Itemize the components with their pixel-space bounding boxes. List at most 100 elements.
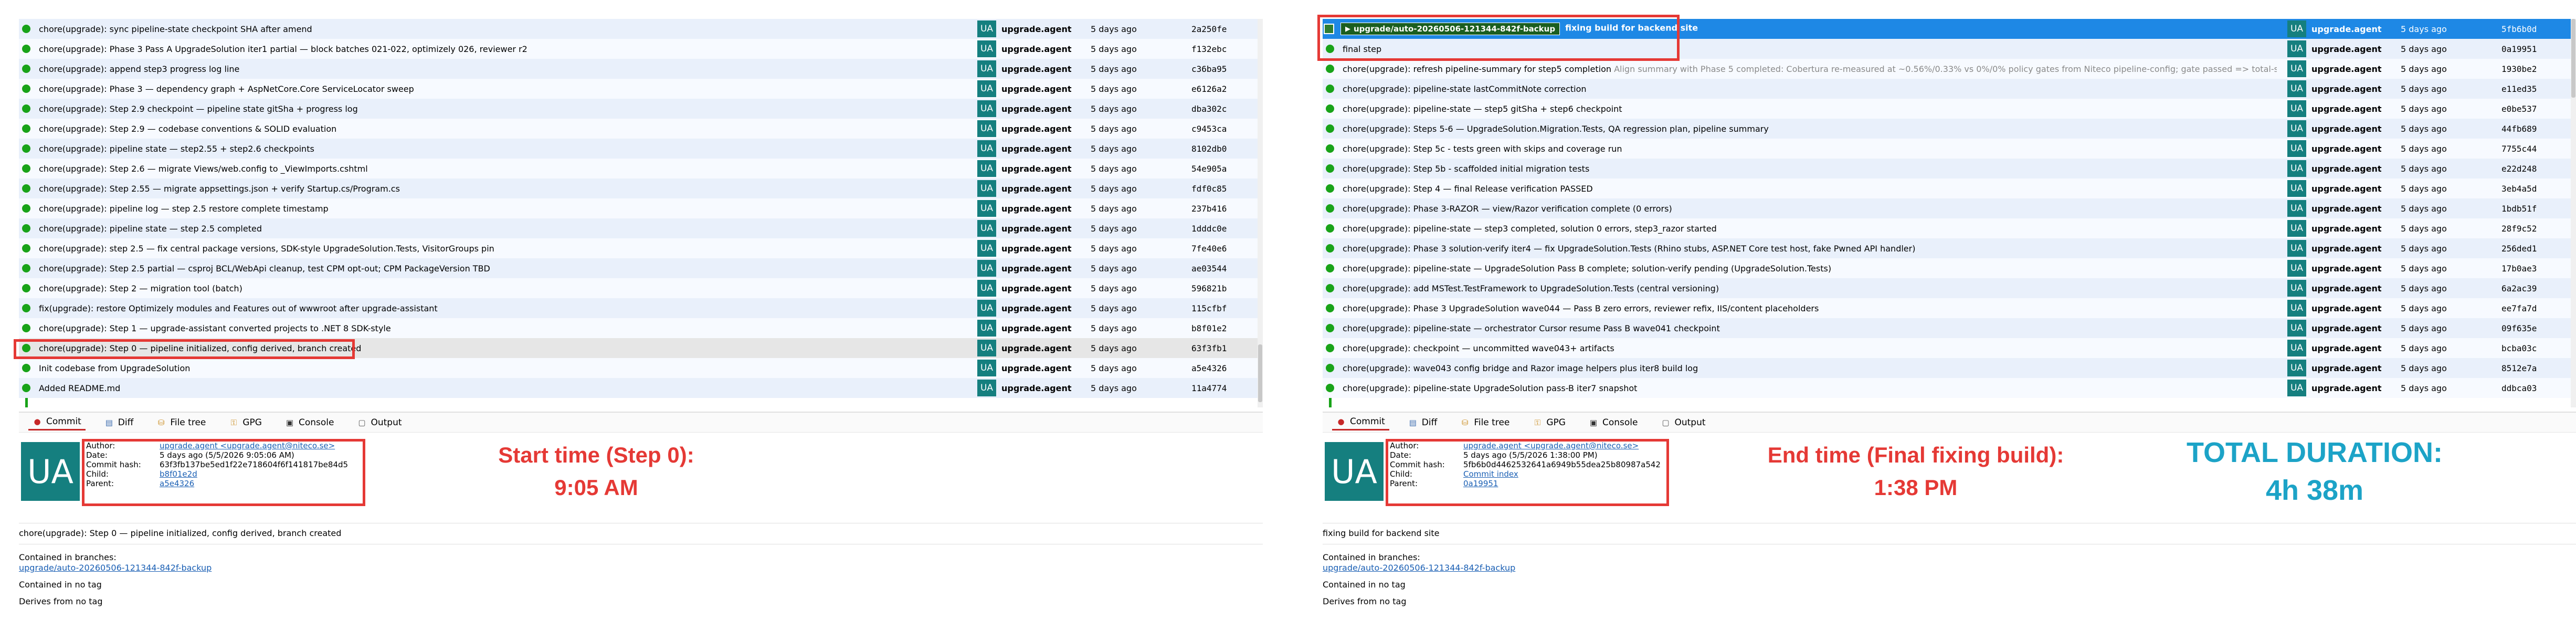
avatar: UA <box>2287 360 2306 376</box>
commit-node-icon <box>22 264 30 272</box>
table-row[interactable]: Init codebase from UpgradeSolution UA upgr… <box>19 358 1263 378</box>
commit-hash: 237b416 <box>1191 203 1227 214</box>
left-tab-file-tree[interactable]: ⛁ File tree <box>152 415 210 430</box>
avatar: UA <box>2287 180 2306 197</box>
table-row[interactable]: chore(upgrade): pipeline state — step2.5… <box>19 139 1263 159</box>
table-row[interactable]: chore(upgrade): Phase 3-RAZOR — view/Raz… <box>1323 198 2576 218</box>
commit-node-icon <box>1326 85 1334 93</box>
table-row[interactable]: chore(upgrade): pipeline-state — orchest… <box>1323 318 2576 338</box>
left-scrollbar[interactable] <box>1258 19 1263 407</box>
commit-date: 5 days ago <box>2401 83 2447 94</box>
commit-message: fix(upgrade): restore Optimizely modules… <box>39 303 438 313</box>
table-row[interactable]: chore(upgrade): pipeline-state UpgradeSo… <box>1323 378 2576 398</box>
commit-node-icon <box>1326 264 1334 272</box>
table-row[interactable]: chore(upgrade): pipeline-state lastCommi… <box>1323 79 2576 99</box>
right-branch-link[interactable]: upgrade/auto-20260506-121344-842f-backup <box>1323 563 2576 573</box>
left-tab-commit[interactable]: ● Commit <box>28 414 86 430</box>
commit-message: chore(upgrade): Phase 3 UpgradeSolution … <box>1343 303 1819 313</box>
right-tab-console[interactable]: ▣ Console <box>1585 415 1642 430</box>
table-row[interactable]: chore(upgrade): Steps 5-6 — UpgradeSolut… <box>1323 119 2576 139</box>
commit-author: upgrade.agent <box>1001 223 1072 234</box>
commit-message: chore(upgrade): Step 2.9 — codebase conv… <box>39 123 337 134</box>
commit-message: chore(upgrade): pipeline-state — step3 c… <box>1343 223 1717 234</box>
table-row[interactable]: chore(upgrade): Step 4 — final Release v… <box>1323 178 2576 198</box>
commit-hash: e11ed35 <box>2501 83 2537 94</box>
table-row[interactable]: chore(upgrade): Step 2.5 partial — cspro… <box>19 258 1263 278</box>
left-tab-output[interactable]: ▢ Output <box>353 415 406 430</box>
table-row[interactable]: chore(upgrade): Step 2 — migration tool … <box>19 278 1263 298</box>
commit-node-icon <box>1326 244 1334 253</box>
table-row[interactable]: Added README.md UA upgrade.agent 5 days ago… <box>19 378 1263 398</box>
commit-author: upgrade.agent <box>2311 143 2382 154</box>
table-row[interactable]: chore(upgrade): Step 2.55 — migrate apps… <box>19 178 1263 198</box>
commit-node-icon <box>1326 104 1334 113</box>
right-commit-list[interactable]: ▶ upgrade/auto-20260506-121344-842f-backu… <box>1323 19 2576 407</box>
commit-message: chore(upgrade): add MSTest.TestFramework… <box>1343 283 1719 293</box>
left-commit-message: chore(upgrade): Step 0 — pipeline initia… <box>19 528 342 538</box>
key-icon: ⚿ <box>230 417 237 427</box>
commit-message: chore(upgrade): Step 2 — migration tool … <box>39 283 242 293</box>
avatar: UA <box>2287 340 2306 356</box>
right-final-highlight-box <box>1317 15 1680 61</box>
right-tab-commit[interactable]: ● Commit <box>1332 414 1389 430</box>
table-row[interactable]: chore(upgrade): Step 1 — upgrade-assista… <box>19 318 1263 338</box>
table-row[interactable]: chore(upgrade): checkpoint — uncommitted… <box>1323 338 2576 358</box>
avatar: UA <box>977 100 996 117</box>
table-row[interactable]: chore(upgrade): Step 5b - scaffolded ini… <box>1323 159 2576 178</box>
table-row[interactable]: chore(upgrade): Step 2.6 — migrate Views… <box>19 159 1263 178</box>
table-row[interactable]: chore(upgrade): pipeline-state — Upgrade… <box>1323 258 2576 278</box>
left-git-window: chore(upgrade): sync pipeline-state chec… <box>14 19 1263 630</box>
total-duration-annotation: TOTAL DURATION: 4h 38m <box>2187 437 2443 506</box>
avatar: UA <box>2287 40 2306 57</box>
avatar: UA <box>977 140 996 157</box>
right-scrollbar[interactable] <box>2571 19 2576 407</box>
commit-author: upgrade.agent <box>1001 383 1072 393</box>
table-row[interactable]: chore(upgrade): wave043 config bridge an… <box>1323 358 2576 378</box>
table-row[interactable]: chore(upgrade): add MSTest.TestFramework… <box>1323 278 2576 298</box>
commit-author: upgrade.agent <box>2311 243 2382 254</box>
table-row[interactable]: chore(upgrade): pipeline-state — step5 g… <box>1323 99 2576 119</box>
right-tab-output[interactable]: ▢ Output <box>1656 415 1709 430</box>
table-row[interactable]: chore(upgrade): pipeline state — step 2.… <box>19 218 1263 238</box>
left-tab-console[interactable]: ▣ Console <box>281 415 339 430</box>
left-tab-gpg[interactable]: ⚿ GPG <box>225 415 266 430</box>
commit-node-icon <box>22 304 30 312</box>
table-row[interactable]: chore(upgrade): Phase 3 Pass A UpgradeSo… <box>19 39 1263 59</box>
commit-date: 5 days ago <box>2401 143 2447 154</box>
commit-date: 5 days ago <box>2401 103 2447 114</box>
commit-hash: 8102db0 <box>1191 143 1227 154</box>
commit-node-icon <box>22 324 30 332</box>
commit-hash: 28f9c52 <box>2501 223 2537 234</box>
table-row[interactable]: fix(upgrade): restore Optimizely modules… <box>19 298 1263 318</box>
table-row[interactable]: chore(upgrade): pipeline log — step 2.5 … <box>19 198 1263 218</box>
commit-node-icon <box>1326 304 1334 312</box>
right-tab-gpg[interactable]: ⚿ GPG <box>1528 415 1570 430</box>
commit-date: 5 days ago <box>2401 183 2447 194</box>
right-tab-file-tree[interactable]: ⛁ File tree <box>1456 415 1514 430</box>
commit-author: upgrade.agent <box>2311 383 2382 393</box>
table-row[interactable]: chore(upgrade): Step 2.9 — codebase conv… <box>19 119 1263 139</box>
start-time-annotation: Start time (Step 0): 9:05 AM <box>498 443 694 500</box>
end-time-annotation: End time (Final fixing build): 1:38 PM <box>1767 443 2064 500</box>
commit-message: chore(upgrade): sync pipeline-state chec… <box>39 24 312 34</box>
left-tab-diff[interactable]: ▤ Diff <box>100 415 138 430</box>
table-row[interactable]: chore(upgrade): step 2.5 — fix central p… <box>19 238 1263 258</box>
table-row[interactable]: chore(upgrade): Phase 3 solution-verify … <box>1323 238 2576 258</box>
avatar: UA <box>2287 240 2306 257</box>
commit-date: 5 days ago <box>2401 203 2447 214</box>
table-row[interactable]: chore(upgrade): Step 2.9 checkpoint — pi… <box>19 99 1263 119</box>
table-row[interactable]: chore(upgrade): Phase 3 — dependency gra… <box>19 79 1263 99</box>
commit-hash: e6126a2 <box>1191 83 1227 94</box>
table-row[interactable]: chore(upgrade): Phase 3 UpgradeSolution … <box>1323 298 2576 318</box>
right-scroll-thumb[interactable] <box>2571 19 2575 98</box>
left-scroll-thumb[interactable] <box>1258 344 1262 402</box>
table-row[interactable]: chore(upgrade): sync pipeline-state chec… <box>19 19 1263 39</box>
table-row[interactable]: chore(upgrade): Step 5c - tests green wi… <box>1323 139 2576 159</box>
right-tab-diff[interactable]: ▤ Diff <box>1404 415 1442 430</box>
commit-hash: bcba03c <box>2501 343 2537 353</box>
output-icon: ▢ <box>358 417 366 427</box>
left-branch-link[interactable]: upgrade/auto-20260506-121344-842f-backup <box>19 563 1263 573</box>
table-row[interactable]: chore(upgrade): append step3 progress lo… <box>19 59 1263 79</box>
table-row[interactable]: chore(upgrade): refresh pipeline-summary… <box>1323 59 2576 79</box>
table-row[interactable]: chore(upgrade): pipeline-state — step3 c… <box>1323 218 2576 238</box>
